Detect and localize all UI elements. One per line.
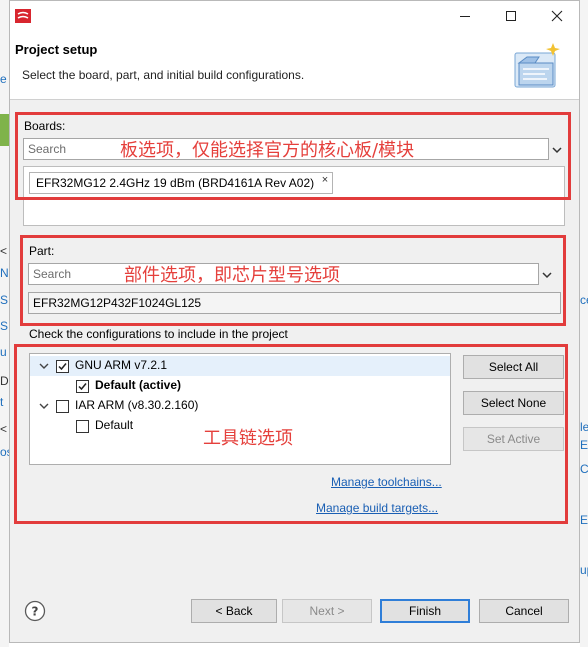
new-project-wizard-icon [514, 43, 560, 88]
background-app-green-bar [0, 114, 9, 146]
cancel-button[interactable]: Cancel [479, 599, 569, 623]
background-text: E [580, 438, 588, 452]
wizard-header: Project setup Select the board, part, an… [10, 31, 579, 99]
wizard-footer: ? < Back Next > Finish Cancel [10, 588, 579, 642]
background-text: < [0, 244, 8, 258]
maximize-icon [506, 11, 516, 21]
maximize-button[interactable] [488, 1, 534, 31]
background-text: S [0, 293, 9, 307]
minimize-button[interactable] [442, 1, 488, 31]
help-icon[interactable]: ? [24, 600, 46, 622]
toolchain-annotation: 工具链选项 [203, 428, 293, 449]
background-text: t [0, 395, 4, 409]
next-button[interactable]: Next > [282, 599, 372, 623]
background-text: D [0, 374, 9, 388]
background-text: u [0, 345, 7, 359]
wizard-body: Boards: Search EFR32MG12 2.4GHz 19 dBm (… [10, 100, 579, 588]
page-title: Project setup [15, 42, 98, 57]
background-text: Co [580, 462, 588, 476]
title-bar[interactable] [10, 1, 579, 31]
background-text: Ex [580, 513, 588, 527]
background-text: N [0, 266, 9, 280]
project-setup-dialog: Project setup Select the board, part, an… [9, 0, 580, 643]
back-button[interactable]: < Back [191, 599, 277, 623]
background-text: ce [580, 293, 588, 307]
background-text: < [0, 422, 8, 436]
finish-button[interactable]: Finish [380, 599, 470, 623]
app-logo-icon [15, 9, 31, 23]
page-description: Select the board, part, and initial buil… [22, 68, 305, 82]
background-text: le [580, 420, 588, 434]
background-text: S [0, 319, 9, 333]
svg-text:?: ? [32, 605, 39, 619]
part-annotation: 部件选项，即芯片型号选项 [124, 265, 340, 286]
configurations-label: Check the configurations to include in t… [29, 327, 288, 341]
background-text: up [580, 563, 588, 577]
boards-annotation: 板选项，仅能选择官方的核心板/模块 [120, 140, 415, 161]
background-app-right [580, 0, 588, 647]
minimize-icon [460, 16, 470, 17]
close-icon [551, 10, 563, 22]
background-text: e [0, 72, 7, 86]
close-button[interactable] [534, 1, 580, 31]
